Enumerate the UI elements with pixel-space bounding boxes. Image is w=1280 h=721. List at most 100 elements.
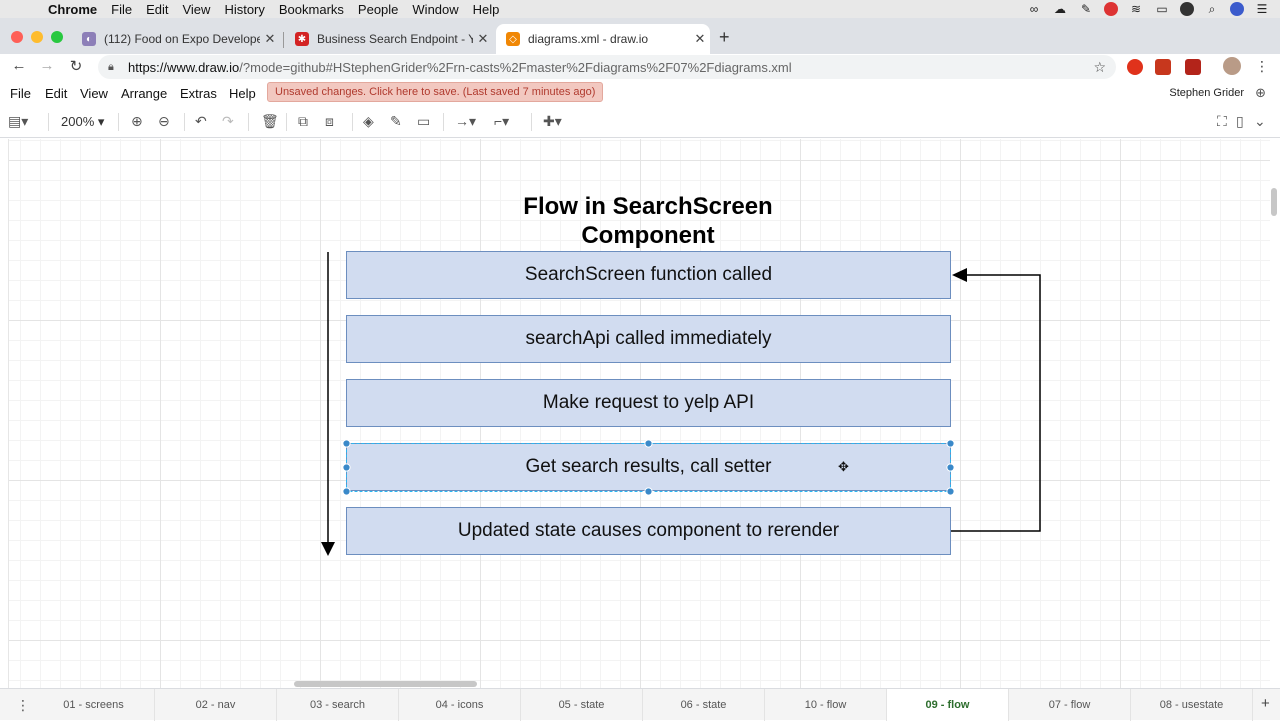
url-text: https://www.draw.io/?mode=github#HStephe… — [128, 59, 792, 75]
cloud-icon[interactable]: ☁ — [1052, 2, 1068, 16]
close-tab-icon[interactable]: ✕ — [260, 31, 280, 47]
shadow-icon[interactable]: ▭ — [417, 113, 430, 130]
browser-tab-strip: ◐ (112) Food on Expo Developer ✕ ✱ Busin… — [0, 18, 1280, 54]
page-tab[interactable]: 05 - state — [521, 689, 643, 721]
browser-tab-yelp[interactable]: ✱ Business Search Endpoint - Ye ✕ — [285, 24, 493, 54]
record-icon[interactable] — [1104, 2, 1118, 16]
connection-style-icon[interactable]: →▾ — [455, 113, 476, 130]
flow-step-box[interactable]: SearchScreen function called — [346, 251, 951, 299]
menu-file[interactable]: File — [111, 2, 132, 17]
drawio-menu-edit[interactable]: Edit — [45, 86, 67, 101]
left-sidebar-collapsed[interactable] — [0, 139, 9, 688]
redo-icon[interactable]: ↷ — [222, 113, 234, 130]
browser-tab-expo[interactable]: ◐ (112) Food on Expo Developer ✕ — [72, 24, 280, 54]
language-globe-icon[interactable]: ⊕ — [1255, 85, 1266, 101]
drawio-menu-view[interactable]: View — [80, 86, 108, 101]
page-tab[interactable]: 07 - flow — [1009, 689, 1131, 721]
page-tab[interactable]: 06 - state — [643, 689, 765, 721]
insert-plus-icon[interactable]: ✚▾ — [543, 113, 562, 130]
flow-step-box[interactable]: Make request to yelp API — [346, 379, 951, 427]
extension-red-icon[interactable] — [1155, 59, 1171, 75]
zoom-out-icon[interactable]: ⊖ — [158, 113, 170, 130]
menu-help[interactable]: Help — [473, 2, 500, 17]
panel-toggle-icon[interactable]: ▯ — [1236, 113, 1244, 130]
right-scrollbar-track — [1270, 139, 1280, 688]
zoom-in-icon[interactable]: ⊕ — [131, 113, 143, 130]
drawio-toolbar: ▤▾ 200% ▾ ⊕ ⊖ ↶ ↷ 🗑︎ ⧉ ⧈ ◈ ✎ ▭ →▾ ⌐▾ ✚▾ … — [0, 105, 1280, 138]
extension-shield-icon[interactable] — [1185, 59, 1201, 75]
waypoints-icon[interactable]: ⌐▾ — [494, 113, 509, 130]
browser-tab-drawio[interactable]: ◇ diagrams.xml - draw.io ✕ — [496, 24, 710, 54]
url-input[interactable]: 🔒︎ https://www.draw.io/?mode=github#HSte… — [98, 55, 1116, 79]
reload-icon[interactable]: ↻ — [66, 57, 86, 75]
line-color-icon[interactable]: ✎ — [390, 113, 402, 130]
undo-icon[interactable]: ↶ — [195, 113, 207, 130]
menu-people[interactable]: People — [358, 2, 398, 17]
window-close-button[interactable] — [11, 31, 23, 43]
spotlight-search-icon[interactable]: ⌕ — [1204, 2, 1220, 16]
user-switch-icon[interactable] — [1180, 2, 1194, 16]
delete-icon[interactable]: 🗑︎ — [261, 113, 279, 130]
page-tab[interactable]: 02 - nav — [155, 689, 277, 721]
horizontal-scrollbar[interactable] — [294, 681, 477, 687]
toolbar-divider — [531, 113, 532, 131]
user-name[interactable]: Stephen Grider — [1169, 87, 1244, 99]
drawio-menu-help[interactable]: Help — [229, 86, 256, 101]
flow-step-box[interactable]: Updated state causes component to rerend… — [346, 507, 951, 555]
flow-step-box-selected[interactable]: Get search results, call setter — [346, 443, 951, 491]
page-tab-active[interactable]: 09 - flow — [887, 689, 1009, 721]
close-tab-icon[interactable]: ✕ — [690, 31, 710, 47]
menu-window[interactable]: Window — [412, 2, 458, 17]
close-tab-icon[interactable]: ✕ — [473, 31, 493, 47]
menu-app-chrome[interactable]: Chrome — [48, 2, 97, 17]
bookmark-star-icon[interactable]: ☆ — [1093, 59, 1106, 76]
unsaved-changes-notice[interactable]: Unsaved changes. Click here to save. (La… — [267, 82, 604, 102]
menu-bookmarks[interactable]: Bookmarks — [279, 2, 344, 17]
glasses-icon[interactable]: ∞ — [1026, 2, 1042, 16]
toolbar-divider — [286, 113, 287, 131]
forward-arrow-icon[interactable]: → — [37, 57, 57, 74]
drawio-menu-arrange[interactable]: Arrange — [121, 86, 167, 101]
page-tab[interactable]: 01 - screens — [33, 689, 155, 721]
menu-view[interactable]: View — [182, 2, 210, 17]
brush-icon[interactable]: ✎ — [1078, 2, 1094, 16]
window-zoom-button[interactable] — [51, 31, 63, 43]
wifi-icon[interactable]: ≋ — [1128, 2, 1144, 16]
status-area: ∞ ☁ ✎ ≋ ▭ ⌕ ☰ — [1026, 0, 1270, 18]
battery-icon[interactable]: ▭ — [1154, 2, 1170, 16]
window-minimize-button[interactable] — [31, 31, 43, 43]
page-tab[interactable]: 10 - flow — [765, 689, 887, 721]
fill-color-icon[interactable]: ◈ — [363, 113, 374, 130]
yelp-icon: ✱ — [295, 32, 309, 46]
profile-avatar[interactable] — [1223, 57, 1241, 75]
page-tab[interactable]: 08 - usestate — [1131, 689, 1253, 721]
pages-menu-icon[interactable]: ⋮ — [16, 697, 30, 714]
add-page-button[interactable]: + — [1261, 695, 1270, 712]
notification-center-icon[interactable]: ☰ — [1254, 2, 1270, 16]
fullscreen-icon[interactable]: ⛶ — [1217, 113, 1227, 130]
vertical-scrollbar[interactable] — [1271, 188, 1277, 216]
chrome-menu-icon[interactable]: ⋮ — [1255, 58, 1269, 75]
menu-history[interactable]: History — [224, 2, 264, 17]
collapse-chevron-icon[interactable]: ⌄ — [1254, 113, 1266, 130]
toolbar-divider — [352, 113, 353, 131]
page-tab[interactable]: 04 - icons — [399, 689, 521, 721]
address-bar-row: ← → ↻ 🔒︎ https://www.draw.io/?mode=githu… — [0, 54, 1280, 80]
extension-ublock-icon[interactable] — [1127, 59, 1143, 75]
format-panel-icon[interactable]: ▤▾ — [8, 113, 28, 130]
flow-step-box[interactable]: searchApi called immediately — [346, 315, 951, 363]
menu-edit[interactable]: Edit — [146, 2, 168, 17]
drawio-menu-file[interactable]: File — [10, 86, 31, 101]
zoom-select[interactable]: 200% ▾ — [61, 114, 104, 130]
page-tab[interactable]: 03 - search — [277, 689, 399, 721]
siri-icon[interactable] — [1230, 2, 1244, 16]
back-arrow-icon[interactable]: ← — [9, 57, 29, 74]
diagram-title[interactable]: Flow in SearchScreen Component — [480, 192, 816, 250]
new-tab-button[interactable]: + — [719, 27, 730, 48]
to-front-icon[interactable]: ⧉ — [298, 113, 308, 130]
expo-icon: ◐ — [82, 32, 96, 46]
toolbar-divider — [443, 113, 444, 131]
drawio-menu-extras[interactable]: Extras — [180, 86, 217, 101]
to-back-icon[interactable]: ⧈ — [325, 113, 334, 130]
macos-menu-bar: Chrome File Edit View History Bookmarks … — [0, 0, 1280, 18]
